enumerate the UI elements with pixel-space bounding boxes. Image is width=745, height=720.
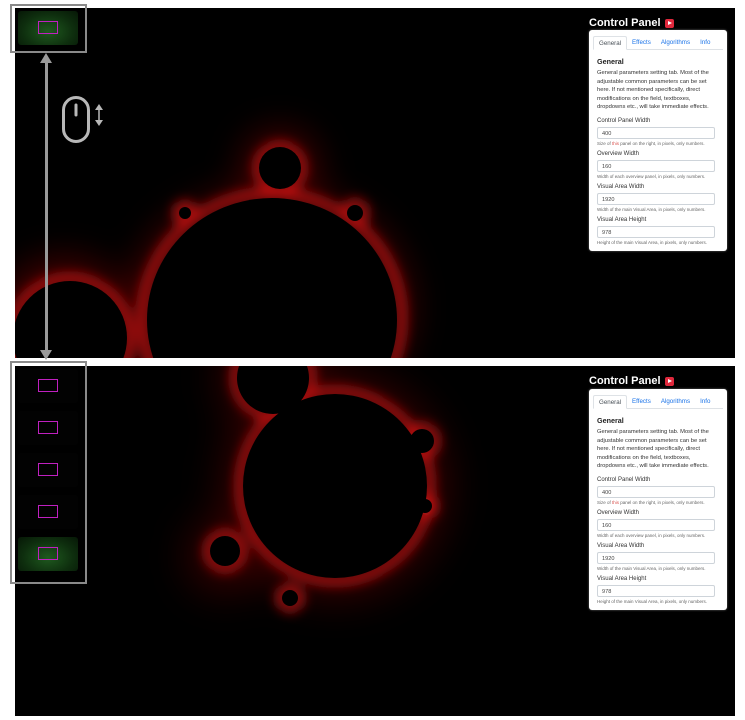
connector-arrow-line [45, 58, 48, 356]
fractal-body [15, 147, 397, 358]
help-text: Size of [597, 499, 613, 505]
field-label-control-panel-width: Control Panel Width [597, 476, 651, 483]
overview-thumbnail[interactable] [18, 11, 78, 45]
tab-effects[interactable]: Effects [627, 395, 656, 408]
section-heading: General [597, 57, 624, 66]
overview-width-input[interactable]: 160 [597, 518, 715, 531]
field-label-overview-width: Overview Width [597, 150, 640, 157]
field-help: Width of the main Visual Area, in pixels… [597, 565, 706, 571]
overview-thumbnail[interactable] [18, 495, 78, 529]
mouse-scroll-icon [62, 96, 103, 143]
overview-frame-top [10, 4, 87, 53]
up-down-arrows-icon [95, 104, 103, 126]
field-help: Size of this panel on the right, in pixe… [597, 141, 719, 146]
overview-thumbnail[interactable] [18, 453, 78, 487]
viewport-indicator [38, 421, 58, 434]
visual-area-width-input[interactable]: 1920 [597, 551, 715, 564]
arrow-down-icon [40, 350, 52, 360]
viewport-indicator [38, 463, 58, 476]
field-label-visual-area-height: Visual Area Height [597, 575, 647, 582]
tab-info[interactable]: Info [695, 395, 715, 408]
fractal-view-bottom[interactable]: Control Panel General Effects Algorithms… [15, 366, 735, 716]
field-help: Width of each overview panel, in pixels,… [597, 173, 706, 179]
control-panel-title-text: Control Panel [589, 17, 661, 29]
help-highlight: this [612, 140, 620, 146]
tab-effects[interactable]: Effects [627, 36, 656, 49]
field-help: Width of the main Visual Area, in pixels… [597, 206, 706, 212]
overview-width-input[interactable]: 160 [597, 159, 715, 172]
tab-algorithms[interactable]: Algorithms [656, 36, 695, 49]
help-text: Size of [597, 140, 613, 146]
fractal-view-top[interactable]: Control Panel General Effects Algorithms… [15, 8, 735, 358]
overview-thumbnail[interactable] [18, 369, 78, 403]
section-heading: General [597, 416, 624, 425]
tab-general[interactable]: General [593, 395, 628, 409]
video-play-icon[interactable] [664, 376, 674, 386]
control-panel-title-top: Control Panel [589, 17, 674, 29]
control-panel-top: General Effects Algorithms Info General … [589, 30, 727, 251]
viewport-indicator [38, 505, 58, 518]
control-panel-width-input[interactable]: 400 [597, 126, 715, 139]
section-description: General parameters setting tab. Most of … [597, 429, 709, 469]
field-label-control-panel-width: Control Panel Width [597, 117, 651, 124]
help-highlight: this [612, 499, 620, 505]
viewport-indicator [38, 21, 58, 34]
help-text: panel on the right, in pixels, only numb… [619, 140, 705, 146]
field-label-visual-area-width: Visual Area Width [597, 183, 645, 190]
visual-area-height-input[interactable]: 978 [597, 225, 715, 238]
overview-thumbnail-active[interactable] [18, 537, 78, 571]
tab-bar: General Effects Algorithms Info [593, 36, 723, 50]
control-panel-title-text: Control Panel [589, 375, 661, 387]
field-label-visual-area-height: Visual Area Height [597, 216, 647, 223]
overview-frame-bottom [10, 361, 87, 584]
control-panel-title-bottom: Control Panel [589, 375, 674, 387]
field-help: Width of each overview panel, in pixels,… [597, 532, 706, 538]
viewport-indicator [38, 547, 58, 560]
tab-bar: General Effects Algorithms Info [593, 395, 723, 409]
field-label-overview-width: Overview Width [597, 509, 640, 516]
help-text: panel on the right, in pixels, only numb… [619, 499, 705, 505]
control-panel-bottom: General Effects Algorithms Info General … [589, 389, 727, 610]
arrow-up-icon [40, 53, 52, 63]
video-play-icon[interactable] [664, 18, 674, 28]
tab-info[interactable]: Info [695, 36, 715, 49]
viewport-indicator [38, 379, 58, 392]
section-description: General parameters setting tab. Most of … [597, 70, 709, 110]
tab-algorithms[interactable]: Algorithms [656, 395, 695, 408]
control-panel-width-input[interactable]: 400 [597, 485, 715, 498]
visual-area-width-input[interactable]: 1920 [597, 192, 715, 205]
visual-area-height-input[interactable]: 978 [597, 584, 715, 597]
field-label-visual-area-width: Visual Area Width [597, 542, 645, 549]
field-help: Size of this panel on the right, in pixe… [597, 500, 719, 505]
field-help: Height of the main Visual Area, in pixel… [597, 598, 707, 604]
overview-thumbnail[interactable] [18, 411, 78, 445]
field-help: Height of the main Visual Area, in pixel… [597, 239, 707, 245]
tab-general[interactable]: General [593, 36, 628, 50]
